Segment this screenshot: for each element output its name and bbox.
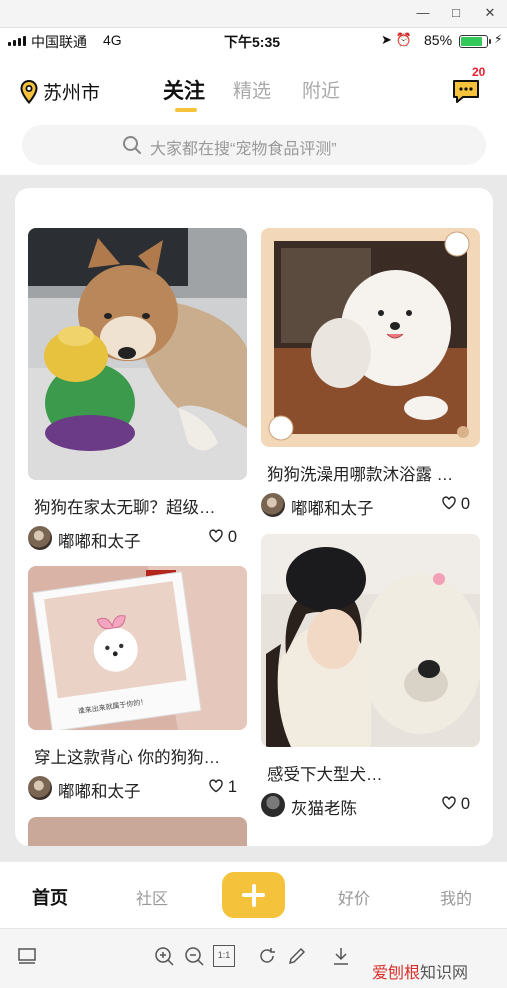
location-alarm-icons: ➤ ⏰: [381, 32, 412, 47]
watermark-brand: 爱刨根: [372, 965, 421, 982]
post-image-partial[interactable]: [28, 817, 247, 846]
zoom-out-icon[interactable]: [183, 945, 205, 967]
city-selector[interactable]: 苏州市: [43, 78, 100, 105]
post-card[interactable]: 狗狗在家太无聊？超级… 嘟嘟和太子 0: [28, 228, 247, 551]
post-image-shiba[interactable]: [28, 228, 247, 480]
post-caption: 狗狗在家太无聊？超级…: [34, 499, 216, 517]
active-tab-indicator: [175, 108, 197, 112]
message-icon[interactable]: [451, 76, 481, 106]
post-meta: 灰猫老陈 0: [261, 792, 480, 818]
bolt-icon: ⚡: [494, 32, 503, 46]
minimize-button[interactable]: —: [413, 4, 433, 22]
like-button[interactable]: 0: [442, 495, 470, 514]
nav-deals[interactable]: 好价: [338, 885, 370, 909]
author-name[interactable]: 嘟嘟和太子: [58, 528, 141, 552]
thumbnail-icon[interactable]: [16, 945, 38, 967]
watermark-text: 爱刨根知识网: [372, 959, 468, 983]
post-card[interactable]: [28, 817, 247, 846]
like-button[interactable]: 0: [209, 528, 237, 547]
author-name[interactable]: 嘟嘟和太子: [58, 778, 141, 802]
post-card[interactable]: 谁来出来就属于你的！ 穿上这款背心 你的狗狗… 嘟嘟和太子 1: [28, 566, 247, 801]
avatar[interactable]: [28, 776, 52, 800]
nav-home[interactable]: 首页: [32, 884, 68, 910]
viewer-toolbar: 1:1 爱刨根知识网: [0, 928, 507, 988]
download-icon[interactable]: [330, 945, 352, 967]
rotate-icon[interactable]: [256, 945, 278, 967]
heart-icon: [209, 779, 223, 793]
carrier-name: 中国联通: [31, 34, 87, 50]
nav-profile[interactable]: 我的: [440, 885, 472, 909]
nav-community[interactable]: 社区: [136, 885, 168, 909]
location-pin-icon: [20, 80, 38, 104]
post-caption: 狗狗洗澡用哪款沐浴露 …: [267, 466, 454, 484]
message-count-badge: 20: [472, 65, 486, 79]
status-time: 下午5:35: [224, 34, 281, 50]
heart-icon: [209, 529, 223, 543]
bottom-navigation: 首页 社区 好价 我的: [0, 861, 507, 928]
like-count: 0: [227, 528, 237, 546]
edit-pencil-icon[interactable]: [286, 945, 308, 967]
avatar[interactable]: [28, 526, 52, 550]
post-caption: 穿上这款背心 你的狗狗…: [34, 749, 221, 767]
close-button[interactable]: ✕: [480, 4, 500, 22]
heart-icon: [442, 496, 456, 510]
avatar[interactable]: [261, 793, 285, 817]
like-button[interactable]: 0: [442, 795, 470, 814]
like-count: 0: [460, 495, 470, 513]
post-image-polaroid[interactable]: 谁来出来就属于你的！: [28, 566, 247, 730]
battery-icon: [459, 35, 491, 48]
create-post-button[interactable]: [222, 872, 285, 918]
search-bar[interactable]: 大家都在搜“宠物食品评测”: [22, 125, 486, 165]
post-meta: 嘟嘟和太子 0: [261, 492, 480, 518]
battery-percent: 85%: [424, 32, 453, 48]
like-count: 0: [460, 795, 470, 813]
post-image-sheepdog[interactable]: [261, 534, 480, 747]
zoom-in-icon[interactable]: [153, 945, 175, 967]
feed-card: 狗狗在家太无聊？超级… 嘟嘟和太子 0 谁来出来就属于你的！ 穿上这款背心 你的…: [15, 188, 493, 846]
avatar[interactable]: [261, 493, 285, 517]
watermark-suffix: 知识网: [420, 965, 469, 982]
search-placeholder: 大家都在搜“宠物食品评测”: [150, 141, 337, 158]
post-card[interactable]: 狗狗洗澡用哪款沐浴露 … 嘟嘟和太子 0: [261, 228, 480, 518]
window-title-bar: — □ ✕: [0, 0, 507, 28]
post-meta: 嘟嘟和太子 1: [28, 775, 247, 801]
like-count: 1: [227, 778, 237, 796]
search-icon: [123, 136, 141, 154]
network-type: 4G: [103, 32, 122, 48]
maximize-button[interactable]: □: [446, 4, 466, 22]
author-name[interactable]: 嘟嘟和太子: [291, 495, 374, 519]
status-bar: 中国联通 4G 下午5:35 ➤ ⏰ 85% ⚡: [0, 28, 507, 54]
app-header: 苏州市 关注 精选 附近 20: [0, 60, 507, 120]
tab-nearby[interactable]: 附近: [302, 76, 340, 103]
heart-icon: [442, 796, 456, 810]
actual-size-button[interactable]: 1:1: [213, 945, 235, 967]
author-name[interactable]: 灰猫老陈: [291, 795, 357, 819]
post-image-samoyed[interactable]: [261, 228, 480, 447]
like-button[interactable]: 1: [209, 778, 237, 797]
post-meta: 嘟嘟和太子 0: [28, 525, 247, 551]
tab-following[interactable]: 关注: [163, 75, 205, 105]
signal-icon: [8, 36, 28, 46]
post-caption: 感受下大型犬…: [267, 766, 383, 784]
post-card[interactable]: 感受下大型犬… 灰猫老陈 0: [261, 534, 480, 818]
tab-featured[interactable]: 精选: [233, 76, 271, 103]
